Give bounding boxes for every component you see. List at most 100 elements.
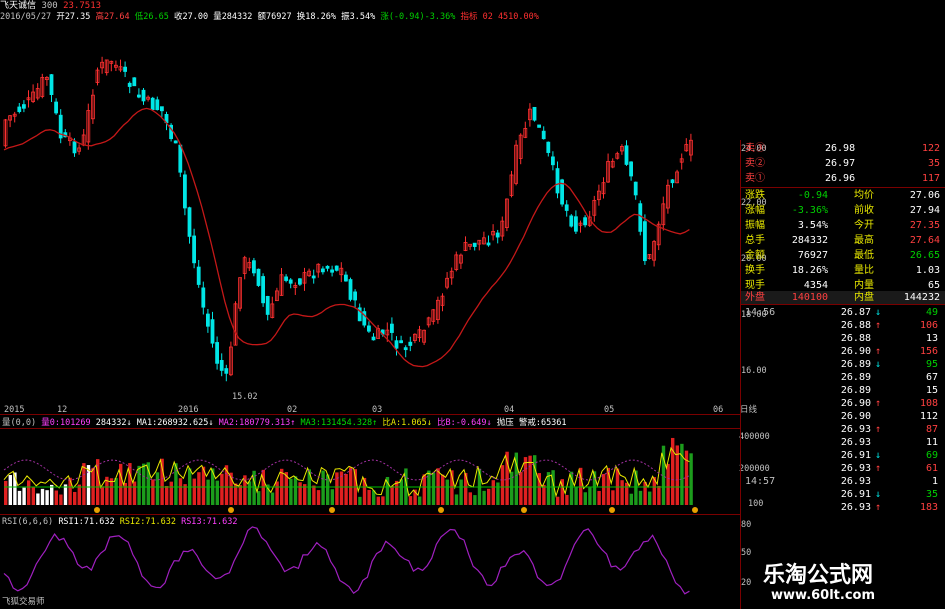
candle-body bbox=[408, 341, 413, 346]
volume-bar bbox=[270, 492, 275, 505]
volume-bar bbox=[50, 484, 54, 505]
candle-body bbox=[353, 291, 358, 301]
tick-row[interactable]: 26.93 ↑ 87 bbox=[741, 423, 945, 436]
candle-body bbox=[219, 360, 224, 371]
volume-bar bbox=[689, 453, 693, 505]
order-book-row[interactable]: 卖② 26.97 35 bbox=[741, 157, 945, 171]
tick-price: 26.89 bbox=[840, 385, 871, 396]
tick-volume: 13 bbox=[925, 333, 938, 344]
candle-body bbox=[196, 266, 201, 285]
order-book-row[interactable]: 卖③ 26.98 122 bbox=[741, 142, 945, 156]
tick-row[interactable]: 26.90 ↑ 156 bbox=[741, 345, 945, 358]
volume-legend-item: 比A:1.065↓ bbox=[382, 418, 432, 428]
volume-bar bbox=[206, 479, 210, 505]
volume-bar bbox=[542, 484, 546, 505]
volume-bar bbox=[289, 478, 293, 505]
candle-body bbox=[284, 276, 289, 281]
candle-body bbox=[555, 168, 560, 194]
volume-bar bbox=[109, 478, 114, 505]
candle-body bbox=[205, 313, 210, 327]
candle-body bbox=[54, 101, 58, 114]
stat-label: 金额 bbox=[745, 250, 765, 261]
candle-body bbox=[224, 368, 229, 374]
tick-row[interactable]: 14:57 26.93 1 bbox=[741, 475, 945, 488]
volume-bar bbox=[418, 496, 422, 505]
volume-bar bbox=[358, 496, 362, 505]
volume-bar bbox=[100, 486, 104, 505]
tick-row[interactable]: 26.91 ↓ 69 bbox=[741, 449, 945, 462]
stats-row: 金额 76927 最低 26.65 bbox=[741, 249, 945, 263]
volume-bar bbox=[523, 457, 528, 505]
volume-bar bbox=[657, 485, 661, 505]
tick-list[interactable]: 14:56 26.87 ↓ 49 26.88 ↑ 106 26.88 13 26.90 ↑ 156 26… bbox=[741, 306, 945, 516]
tick-volume: 106 bbox=[919, 320, 938, 331]
tick-row[interactable]: 14:56 26.87 ↓ 49 bbox=[741, 306, 945, 319]
tick-row[interactable]: 26.88 13 bbox=[741, 332, 945, 345]
tick-price: 26.89 bbox=[840, 359, 871, 370]
volume-bar bbox=[293, 476, 298, 505]
candle-body bbox=[256, 268, 261, 286]
order-book-row[interactable]: 卖① 26.96 117 bbox=[741, 172, 945, 186]
volume-bar bbox=[178, 478, 183, 505]
volume-bar bbox=[169, 481, 173, 505]
tick-price: 26.91 bbox=[840, 450, 871, 461]
tick-row[interactable]: 26.90 112 bbox=[741, 410, 945, 423]
tick-row[interactable]: 26.89 67 bbox=[741, 371, 945, 384]
volume-bar bbox=[638, 490, 643, 505]
date-axis-separator bbox=[0, 414, 740, 415]
candle-body bbox=[123, 66, 127, 72]
tick-price: 26.88 bbox=[840, 333, 871, 344]
volume-bar bbox=[77, 484, 81, 505]
tick-volume: 1 bbox=[931, 476, 938, 487]
volume-bar bbox=[602, 474, 606, 505]
tick-row[interactable]: 26.89 ↓ 95 bbox=[741, 358, 945, 371]
rsi-panel-separator bbox=[0, 514, 740, 515]
tick-row[interactable]: 26.89 15 bbox=[741, 384, 945, 397]
volume-legend-item: 量0:101269 bbox=[41, 418, 91, 428]
candle-body bbox=[343, 274, 348, 282]
volume-legend-item: 抛压 bbox=[496, 418, 514, 428]
volume-bar bbox=[381, 496, 385, 505]
tick-row[interactable]: 26.93 ↑ 183 bbox=[741, 501, 945, 514]
candle-body bbox=[155, 99, 160, 111]
volume-bar bbox=[648, 491, 652, 505]
tick-price: 26.91 bbox=[840, 489, 871, 500]
tick-row[interactable]: 26.91 ↓ 35 bbox=[741, 488, 945, 501]
tick-row[interactable]: 26.90 ↑ 108 bbox=[741, 397, 945, 410]
volume-bar bbox=[45, 490, 49, 505]
divider bbox=[741, 187, 945, 188]
volume-bar bbox=[151, 479, 155, 505]
x-tick: 12 bbox=[57, 405, 68, 415]
volume-bar bbox=[629, 493, 633, 505]
tick-price: 26.90 bbox=[840, 398, 871, 409]
candle-body bbox=[638, 203, 643, 232]
volume-bar bbox=[142, 463, 146, 505]
watermark-title: 乐淘公式网 bbox=[763, 563, 874, 588]
tick-row[interactable]: 26.93 ↑ 61 bbox=[741, 462, 945, 475]
rsi-line bbox=[3, 526, 690, 595]
candle-body bbox=[330, 269, 335, 273]
tick-row[interactable]: 26.88 ↑ 106 bbox=[741, 319, 945, 332]
tick-price: 26.93 bbox=[840, 476, 871, 487]
divider bbox=[741, 304, 945, 305]
candle-body bbox=[173, 140, 178, 144]
volume-legend-item: 284332↓ bbox=[95, 418, 132, 428]
candle-body bbox=[366, 325, 371, 332]
tick-volume: 15 bbox=[925, 385, 938, 396]
volume-bar bbox=[473, 495, 477, 505]
stat-value: 284332 bbox=[791, 235, 828, 246]
signal-marker bbox=[94, 507, 100, 513]
tick-volume: 49 bbox=[925, 307, 938, 318]
tick-row[interactable]: 26.93 11 bbox=[741, 436, 945, 449]
volume-bar bbox=[362, 477, 367, 505]
volume-bar bbox=[487, 488, 491, 505]
signal-marker bbox=[521, 507, 527, 513]
volume-bar bbox=[275, 481, 279, 505]
candle-body bbox=[334, 265, 339, 271]
outer-value: 140100 bbox=[791, 292, 828, 303]
volume-bar bbox=[8, 475, 12, 505]
x-tick: 2016 bbox=[178, 405, 199, 415]
volume-bar bbox=[445, 479, 449, 505]
volume-bar bbox=[54, 490, 58, 505]
volume-bar bbox=[390, 485, 394, 505]
